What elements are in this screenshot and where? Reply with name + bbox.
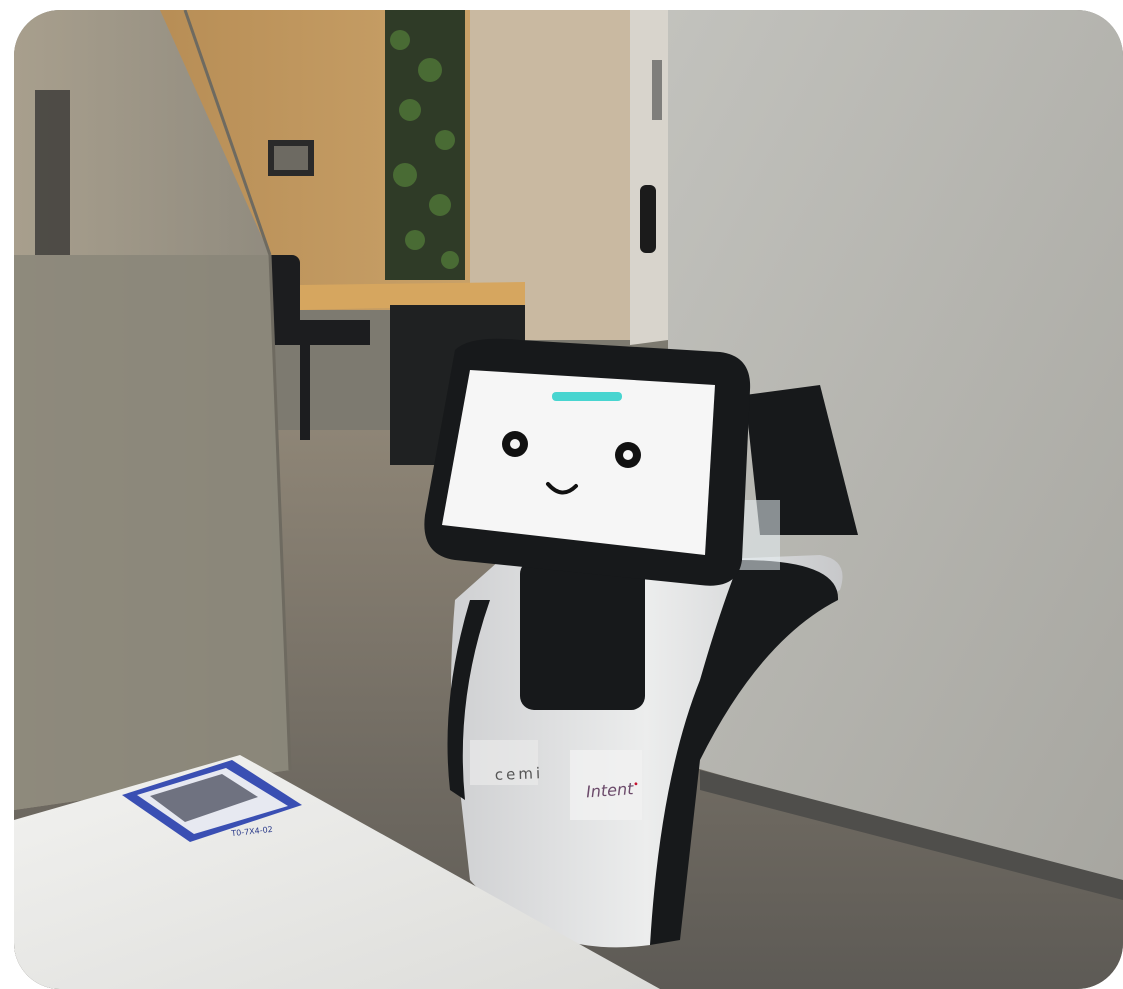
photo-frame: cemi Intent• T0-7X4-02	[14, 10, 1123, 989]
door-handle	[640, 185, 656, 253]
scene-illustration	[14, 10, 1123, 989]
robot-logo-right-text: Intent	[585, 779, 635, 802]
robot-logo-right-mark: •	[632, 779, 640, 791]
robot-logo-left: cemi	[494, 764, 544, 784]
eyebrow-accent	[552, 392, 622, 401]
robot-neck	[520, 560, 645, 710]
